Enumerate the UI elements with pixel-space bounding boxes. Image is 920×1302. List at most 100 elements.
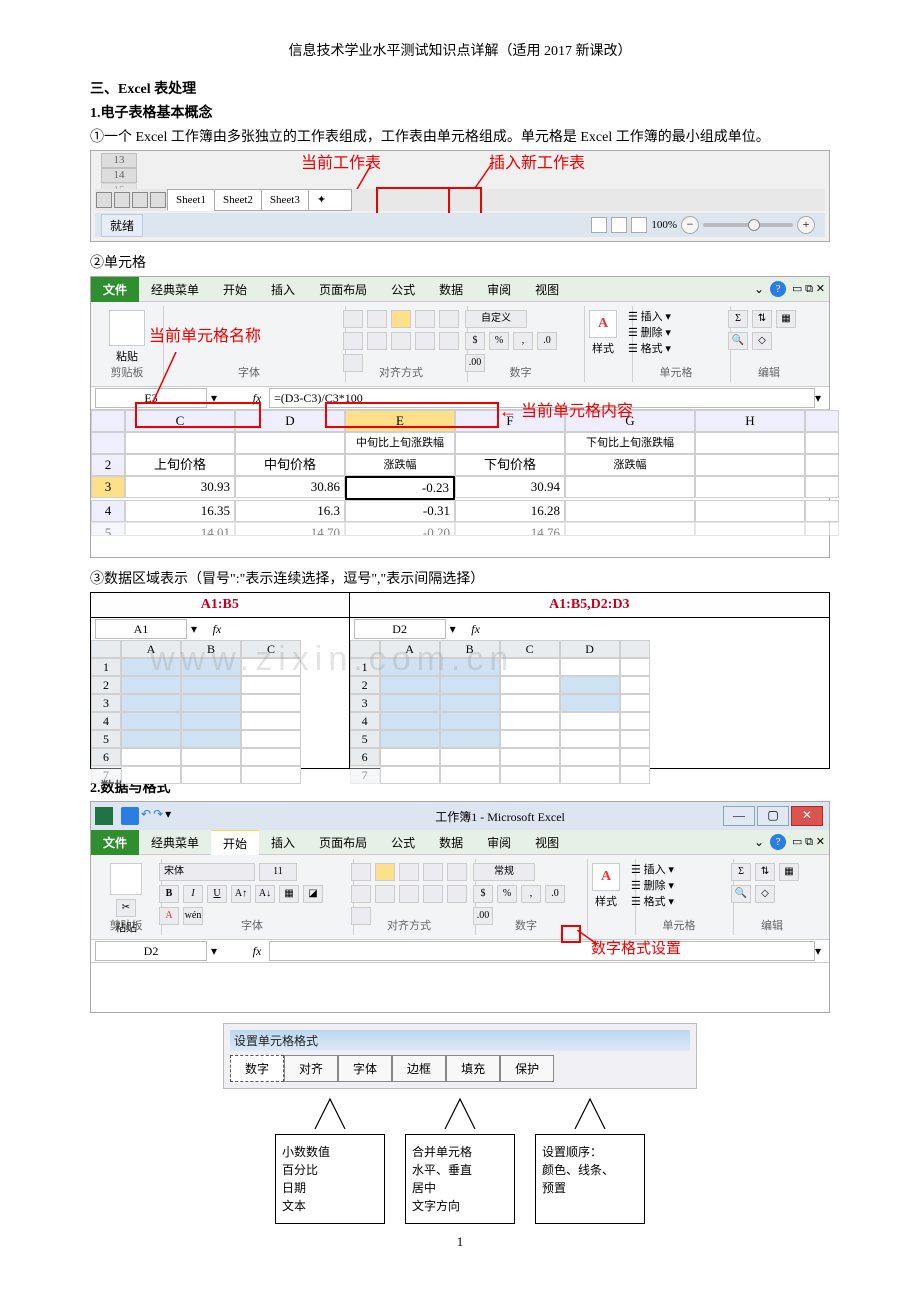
sheet-tab-2[interactable]: Sheet2: [214, 189, 262, 211]
align-left-icon[interactable]: [439, 310, 459, 328]
bold-icon[interactable]: B: [159, 885, 179, 903]
cell[interactable]: 30.86: [235, 476, 345, 498]
cell[interactable]: 下旬比上旬涨跌幅: [565, 432, 695, 454]
cell[interactable]: 涨跌幅: [565, 454, 695, 476]
zoom-out-button[interactable]: −: [681, 216, 699, 234]
insert-sheet-button[interactable]: ✦: [308, 189, 352, 211]
row-header[interactable]: 3: [91, 694, 121, 712]
align-right-icon[interactable]: [375, 885, 395, 903]
percent-icon[interactable]: %: [489, 332, 509, 350]
help-icon[interactable]: ?: [770, 834, 786, 850]
cell[interactable]: 30.94: [455, 476, 565, 498]
nav-last-icon[interactable]: [150, 192, 166, 208]
autosum-icon[interactable]: Σ: [728, 310, 748, 328]
row-header[interactable]: 7: [350, 766, 380, 784]
view-normal-icon[interactable]: [591, 217, 607, 233]
redo-icon[interactable]: ↷: [153, 807, 163, 825]
tab-view[interactable]: 视图: [523, 277, 571, 302]
align-center-icon[interactable]: [343, 332, 363, 350]
cell[interactable]: 中旬价格: [235, 454, 345, 476]
view-pagebreak-icon[interactable]: [631, 217, 647, 233]
cell[interactable]: -0.31: [345, 500, 455, 522]
col-header[interactable]: D: [560, 640, 620, 658]
align-center-icon[interactable]: [351, 885, 371, 903]
fill-icon[interactable]: ▦: [779, 863, 799, 881]
sort-icon[interactable]: ⇅: [755, 863, 775, 881]
maximize-button[interactable]: ▢: [757, 806, 789, 826]
increase-decimal-icon[interactable]: .0: [537, 332, 557, 350]
indent-dec-icon[interactable]: [415, 332, 435, 350]
align-mid-icon[interactable]: [375, 863, 395, 881]
tab-data[interactable]: 数据: [427, 277, 475, 302]
styles-icon[interactable]: A: [592, 863, 620, 891]
close-button[interactable]: ✕: [791, 806, 823, 826]
view-pagelayout-icon[interactable]: [611, 217, 627, 233]
align-right-icon[interactable]: [367, 332, 387, 350]
shrink-font-icon[interactable]: A↓: [255, 885, 275, 903]
cell[interactable]: 14.70: [235, 522, 345, 536]
dlg-tab-protect[interactable]: 保护: [500, 1055, 554, 1082]
row-header[interactable]: 4: [91, 500, 125, 522]
indent-dec-icon[interactable]: [423, 885, 443, 903]
paste-icon[interactable]: [109, 310, 145, 346]
align-left-icon[interactable]: [447, 863, 467, 881]
row-header[interactable]: 2: [350, 676, 380, 694]
tab-review[interactable]: 审阅: [475, 830, 523, 855]
fx-icon[interactable]: fx: [245, 944, 269, 959]
align-bottom-icon[interactable]: [391, 310, 411, 328]
row-header[interactable]: 4: [91, 712, 121, 730]
active-cell[interactable]: -0.23: [345, 476, 455, 500]
cell[interactable]: 中旬比上旬涨跌幅: [345, 432, 455, 454]
nav-prev-icon[interactable]: [114, 192, 130, 208]
cell[interactable]: 14.01: [125, 522, 235, 536]
dlg-tab-align[interactable]: 对齐: [284, 1055, 338, 1082]
row-header[interactable]: 5: [91, 522, 125, 536]
tab-formula[interactable]: 公式: [379, 277, 427, 302]
tab-insert[interactable]: 插入: [259, 277, 307, 302]
font-size-combo[interactable]: 11: [259, 863, 297, 881]
cell[interactable]: -0.20: [345, 522, 455, 536]
zoom-slider[interactable]: [703, 223, 793, 227]
tab-view[interactable]: 视图: [523, 830, 571, 855]
col-header[interactable]: C: [500, 640, 560, 658]
number-format-combo[interactable]: 自定义: [465, 310, 527, 328]
col-header[interactable]: B: [181, 640, 241, 658]
border-icon[interactable]: ▦: [279, 885, 299, 903]
row-header[interactable]: 4: [350, 712, 380, 730]
font-name-combo[interactable]: 宋体: [159, 863, 255, 881]
currency-icon[interactable]: $: [465, 332, 485, 350]
zoom-in-button[interactable]: +: [797, 216, 815, 234]
undo-icon[interactable]: ↶: [141, 807, 151, 825]
comma-icon[interactable]: ,: [513, 332, 533, 350]
nav-next-icon[interactable]: [132, 192, 148, 208]
row-header[interactable]: 7: [91, 766, 121, 784]
col-header[interactable]: C: [241, 640, 301, 658]
find-icon[interactable]: 🔍: [728, 332, 748, 350]
fill-color-icon[interactable]: ◪: [303, 885, 323, 903]
row-header[interactable]: 5: [350, 730, 380, 748]
delete-label[interactable]: 删除: [644, 880, 666, 892]
insert-label[interactable]: 插入: [641, 311, 663, 323]
row-header[interactable]: 2: [91, 454, 125, 476]
row-header[interactable]: 3: [91, 476, 125, 498]
row-header[interactable]: 3: [350, 694, 380, 712]
row-header[interactable]: 5: [91, 730, 121, 748]
row-header[interactable]: 6: [91, 748, 121, 766]
format-label[interactable]: 格式: [641, 343, 663, 355]
row-header[interactable]: 2: [91, 676, 121, 694]
name-box[interactable]: A1: [95, 619, 187, 639]
number-format-combo[interactable]: 常规: [473, 863, 535, 881]
dlg-tab-number[interactable]: 数字: [230, 1055, 284, 1082]
fx-icon[interactable]: fx: [205, 622, 229, 637]
tab-layout[interactable]: 页面布局: [307, 830, 379, 855]
cell[interactable]: 涨跌幅: [345, 454, 455, 476]
name-box[interactable]: D2: [95, 941, 207, 961]
help-icon[interactable]: ?: [770, 281, 786, 297]
tab-home[interactable]: 开始: [211, 277, 259, 302]
formula-input[interactable]: [269, 941, 815, 961]
increase-decimal-icon[interactable]: .0: [545, 885, 565, 903]
align-bottom-icon[interactable]: [399, 863, 419, 881]
cell[interactable]: 16.3: [235, 500, 345, 522]
sheet-tab-3[interactable]: Sheet3: [261, 189, 309, 211]
tab-data[interactable]: 数据: [427, 830, 475, 855]
